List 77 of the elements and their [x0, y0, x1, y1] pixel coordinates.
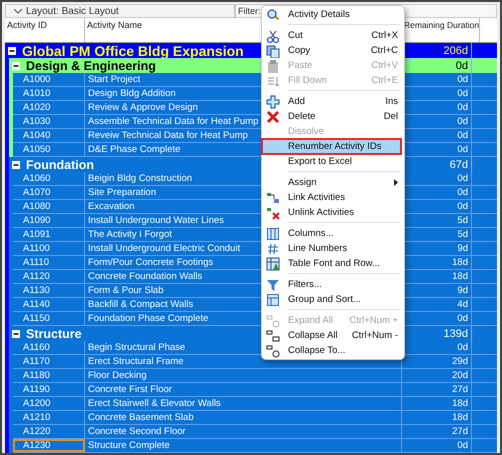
collapse-icon[interactable]: [12, 62, 20, 70]
menu-item[interactable]: Columns...: [262, 226, 404, 241]
filter-label[interactable]: Filter:: [238, 6, 260, 16]
duration: 67d: [448, 158, 469, 170]
activity-id-cell[interactable]: A1170: [13, 355, 85, 368]
menu-item-icon: [266, 226, 280, 240]
activity-id-cell[interactable]: A1120: [13, 270, 85, 283]
menu-item-icon: [266, 206, 280, 220]
activity-id-cell[interactable]: A1180: [13, 369, 85, 382]
duration: 0d: [454, 60, 469, 72]
menu-item-icon: [266, 314, 280, 328]
duration-cell[interactable]: 27d: [402, 425, 472, 438]
activity-id-cell[interactable]: A1230: [13, 439, 85, 452]
activity-id-cell[interactable]: A1190: [13, 383, 85, 396]
menu-item-icon: [266, 94, 280, 108]
menu-item-icon: [266, 292, 280, 306]
activity-id-cell[interactable]: A1030: [13, 115, 85, 128]
chevron-down-icon[interactable]: [14, 8, 22, 14]
group-name: Foundation: [26, 158, 94, 172]
activity-id-cell[interactable]: A1070: [13, 186, 85, 199]
activity-name-cell[interactable]: Concrete Second Floor: [85, 425, 402, 438]
duration-cell[interactable]: 20d: [402, 369, 472, 382]
menu-item-icon: [266, 8, 280, 22]
menu-item-icon: [266, 344, 280, 358]
duration-cell[interactable]: 0d: [402, 439, 472, 452]
menu-item-icon: [266, 58, 280, 72]
collapse-icon[interactable]: [12, 330, 20, 338]
activity-id-cell[interactable]: A1210: [13, 411, 85, 424]
menu-item[interactable]: Renumber Activity IDs: [262, 139, 401, 154]
menu-item[interactable]: Export to Excel: [262, 154, 404, 169]
group-name: Design & Engineering: [26, 58, 156, 72]
activity-id-cell[interactable]: A1020: [13, 101, 85, 114]
duration: 206d: [442, 44, 469, 56]
menu-item-icon: [266, 190, 280, 204]
collapse-icon[interactable]: [8, 46, 16, 54]
activity-id-cell[interactable]: A1150: [13, 312, 85, 325]
activity-name-cell[interactable]: Concrete Basement Slab: [85, 411, 402, 424]
activity-id-cell[interactable]: A1091: [13, 228, 85, 241]
activity-id-cell[interactable]: A1040: [13, 129, 85, 142]
menu-item-icon: [266, 28, 280, 42]
activity-id-cell[interactable]: A1050: [13, 143, 85, 156]
group-name: Structure: [26, 326, 82, 340]
activity-name-cell[interactable]: Erect Stairwell & Elevator Walls: [85, 397, 402, 410]
activity-id-cell[interactable]: A1160: [13, 341, 85, 354]
collapse-icon[interactable]: [12, 160, 20, 168]
duration-cell[interactable]: 18d: [402, 411, 472, 424]
activity-id-cell[interactable]: A1000: [13, 73, 85, 86]
activity-id-cell[interactable]: A1080: [13, 200, 85, 213]
duration-cell[interactable]: 27d: [402, 383, 472, 396]
activity-id-cell[interactable]: A1220: [13, 425, 85, 438]
menu-item[interactable]: Table Font and Row...: [262, 256, 404, 271]
menu-item-icon: [266, 242, 280, 256]
menu-item[interactable]: Cut Ctrl+X: [262, 28, 404, 43]
menu-item-icon: [266, 278, 280, 292]
column-header[interactable]: Activity ID: [5, 18, 85, 42]
project-name: Global PM Office Bldg Expansion: [22, 42, 244, 58]
menu-item-icon: [266, 256, 280, 270]
activity-id-cell[interactable]: A1010: [13, 87, 85, 100]
menu-item-icon: [266, 44, 280, 58]
menu-item-icon: [266, 110, 280, 124]
activity-id-cell[interactable]: A1060: [13, 172, 85, 185]
menu-item-icon: [266, 328, 280, 342]
submenu-arrow-icon: [394, 179, 398, 186]
activity-name-cell[interactable]: Structure Complete: [85, 439, 402, 452]
activity-id-cell[interactable]: A1140: [13, 298, 85, 311]
activity-id-cell[interactable]: A1100: [13, 242, 85, 255]
activity-id-cell[interactable]: A1110: [13, 256, 85, 269]
activity-name-cell[interactable]: Concrete First Floor: [85, 383, 402, 396]
activity-id-cell[interactable]: A1200: [13, 397, 85, 410]
duration: 139d: [442, 328, 469, 340]
duration-cell[interactable]: 18d: [402, 397, 472, 410]
activity-id-cell[interactable]: A1090: [13, 214, 85, 227]
menu-item[interactable]: Copy Ctrl+C: [262, 43, 404, 58]
activity-id-cell[interactable]: A1130: [13, 284, 85, 297]
activity-name-cell[interactable]: Floor Decking: [85, 369, 402, 382]
menu-item[interactable]: Collapse All Ctrl+Num -: [262, 328, 404, 343]
menu-item[interactable]: Line Numbers: [262, 241, 404, 256]
